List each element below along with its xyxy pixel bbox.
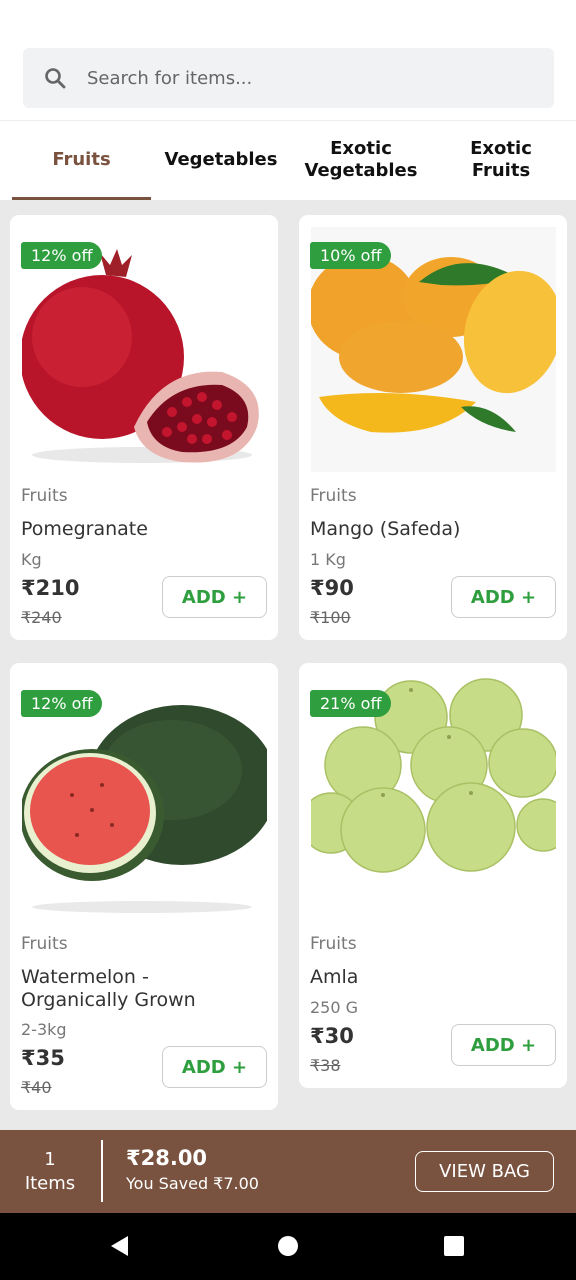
product-unit: Kg (21, 550, 42, 569)
search-input[interactable] (87, 48, 527, 108)
discount-badge: 12% off (21, 690, 103, 717)
product-grid: 12% off Fruits Pomegranate Kg ₹210 ₹240 … (0, 200, 576, 1130)
product-name: Amla (310, 966, 359, 988)
tab-exotic-fruits[interactable]: Exotic Fruits (431, 121, 571, 199)
product-mrp: ₹40 (21, 1078, 52, 1097)
cart-summary-bar: 1 Items ₹28.00 You Saved ₹7.00 VIEW BAG (0, 1130, 576, 1213)
add-to-cart-button[interactable]: ADD + (451, 576, 556, 618)
cart-count-label: Items (24, 1173, 76, 1194)
discount-badge: 10% off (310, 242, 392, 269)
category-tabs: Fruits Vegetables Exotic Vegetables Exot… (0, 120, 576, 200)
product-price: ₹210 (21, 576, 80, 600)
cart-item-count: 1 Items (20, 1148, 80, 1196)
product-category: Fruits (21, 934, 68, 954)
product-unit: 1 Kg (310, 550, 346, 569)
product-mrp: ₹240 (21, 608, 62, 627)
product-name: Watermelon - Organically Grown (21, 966, 196, 1011)
tab-vegetables[interactable]: Vegetables (151, 121, 291, 199)
tab-exotic-vegetables[interactable]: Exotic Vegetables (291, 121, 431, 199)
back-icon[interactable] (108, 1234, 132, 1258)
recents-icon[interactable] (442, 1234, 466, 1258)
product-category: Fruits (310, 486, 357, 506)
discount-badge: 12% off (21, 242, 103, 269)
product-category: Fruits (310, 934, 357, 954)
product-mrp: ₹100 (310, 608, 351, 627)
view-bag-button[interactable]: VIEW BAG (415, 1151, 554, 1192)
add-to-cart-button[interactable]: ADD + (162, 1046, 267, 1088)
add-to-cart-button[interactable]: ADD + (162, 576, 267, 618)
product-category: Fruits (21, 486, 68, 506)
product-card[interactable]: 21% off Fruits Amla 250 G ₹30 ₹38 ADD + (299, 663, 567, 1088)
product-name: Pomegranate (21, 518, 148, 540)
product-card[interactable]: 12% off Fruits Pomegranate Kg ₹210 ₹240 … (10, 215, 278, 640)
cart-divider (101, 1140, 103, 1202)
product-price: ₹30 (310, 1024, 354, 1048)
product-card[interactable]: 10% off Fruits Mango (Safeda) 1 Kg ₹90 ₹… (299, 215, 567, 640)
cart-count-value: 1 (44, 1149, 56, 1170)
product-unit: 250 G (310, 998, 359, 1017)
add-to-cart-button[interactable]: ADD + (451, 1024, 556, 1066)
product-card[interactable]: 12% off Fruits Watermelon - Organically … (10, 663, 278, 1110)
product-mrp: ₹38 (310, 1056, 341, 1075)
cart-savings: You Saved ₹7.00 (126, 1174, 259, 1193)
product-unit: 2-3kg (21, 1020, 67, 1039)
system-nav-bar (0, 1213, 576, 1280)
search-header (0, 0, 576, 120)
product-name: Mango (Safeda) (310, 518, 461, 540)
product-price: ₹90 (310, 576, 354, 600)
search-icon (45, 68, 66, 89)
home-icon[interactable] (276, 1234, 300, 1258)
product-price: ₹35 (21, 1046, 65, 1070)
tab-fruits[interactable]: Fruits (12, 121, 151, 199)
search-bar[interactable] (23, 48, 554, 108)
discount-badge: 21% off (310, 690, 392, 717)
cart-total: ₹28.00 (126, 1146, 208, 1170)
